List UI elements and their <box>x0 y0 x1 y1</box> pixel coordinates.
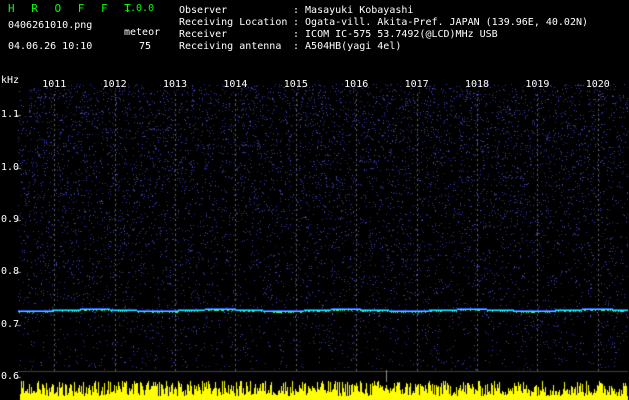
y-tick-label: 0.9 <box>1 214 20 226</box>
file-name: 0406261010.png <box>8 20 93 31</box>
receiver-key: Receiver <box>179 29 228 40</box>
y-tick-label: 0.6 <box>1 371 20 383</box>
app-name: H R O F F T <box>8 2 136 15</box>
x-tick-label: 1011 <box>42 79 67 90</box>
x-tick-label: 1015 <box>283 79 308 90</box>
meteor-count: 75 <box>139 41 152 52</box>
x-tick-label: 1018 <box>464 79 490 90</box>
y-tick-label: 1.0 <box>1 161 20 173</box>
x-tick-label: 1014 <box>223 79 248 90</box>
spectrogram-panel: kHz 1011 1012 1013 1014 1015 1016 1017 1018 1019… <box>0 74 629 400</box>
antenna-key: Receiving antenna <box>179 41 282 52</box>
x-tick-label: 1020 <box>585 79 610 90</box>
y-tick-label: 1.1 <box>1 109 20 121</box>
y-tick-label: 0.8 <box>1 266 20 278</box>
location-value: : Ogata-vill. Akita-Pref. JAPAN (139.96E… <box>293 17 589 28</box>
observer-value: : Masayuki Kobayashi <box>293 5 414 16</box>
x-tick-label: 1017 <box>404 79 429 90</box>
x-tick-label: 1013 <box>162 79 188 90</box>
x-tick-label: 1012 <box>102 79 127 90</box>
y-tick-label: 0.7 <box>1 318 20 330</box>
receiver-value: : ICOM IC-575 53.7492(@LCD)MHz USB <box>293 29 498 40</box>
spectrogram-canvas <box>0 74 629 400</box>
observer-key: Observer <box>179 5 228 16</box>
location-key: Receiving Location <box>179 17 288 28</box>
datetime: 04.06.26 10:10 <box>8 41 93 52</box>
x-tick-label: 1019 <box>525 79 550 90</box>
antenna-value: : A504HB(yagi 4el) <box>293 41 402 52</box>
y-axis-unit: kHz <box>1 75 20 86</box>
meteor-label: meteor <box>124 27 161 38</box>
app-version: 1.0.0 <box>124 3 155 14</box>
x-tick-label: 1016 <box>344 79 369 90</box>
